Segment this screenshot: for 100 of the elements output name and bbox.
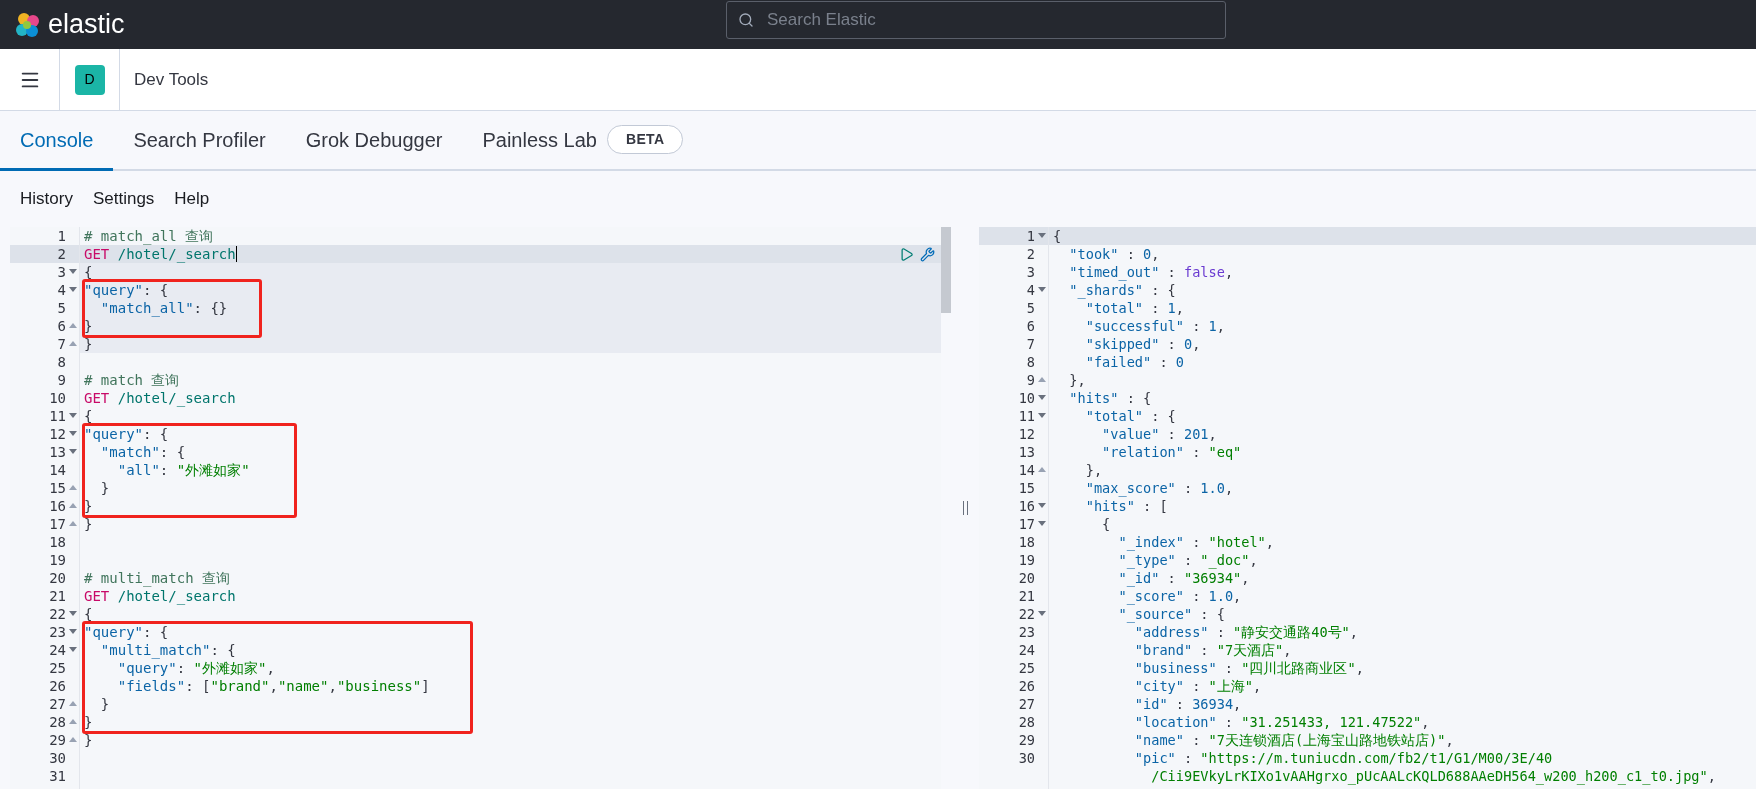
line-number: 29 (49, 730, 66, 750)
line-number: 15 (49, 478, 66, 498)
line-number: 22 (49, 604, 66, 624)
line-number: 4 (57, 280, 66, 300)
menu-link[interactable]: Help (174, 186, 210, 212)
line-number: 13 (49, 442, 66, 462)
line-number: 9 (1026, 370, 1035, 390)
code-line: } (84, 496, 93, 516)
line-number: 25 (1018, 658, 1035, 678)
line-number: 24 (49, 640, 66, 660)
code-line: "_index" : "hotel", (1117, 532, 1274, 553)
line-number: 10 (49, 388, 66, 408)
code-line: "address" : "静安交通路40号", (1133, 623, 1358, 642)
code-line: GET /hotel/_search (84, 245, 236, 265)
code-line: "_type" : "_doc", (1117, 551, 1258, 571)
line-number: 16 (1018, 496, 1035, 516)
code-line: "name" : "7天连锁酒店(上海宝山路地铁站店)", (1133, 730, 1454, 750)
code-line: "query": "外滩如家", (116, 659, 275, 678)
code-line: "query": { (84, 280, 169, 300)
code-line: { (1053, 227, 1062, 246)
line-number: 7 (57, 334, 66, 354)
line-number: 1 (1026, 227, 1035, 246)
code-line: } (99, 478, 110, 498)
code-line: GET /hotel/_search (84, 388, 236, 409)
code-line: { (84, 604, 93, 624)
code-line: "relation" : "eq" (1101, 442, 1242, 462)
code-line: "query": { (84, 622, 169, 642)
line-number: 4 (1026, 280, 1035, 300)
line-number: 10 (1018, 388, 1035, 408)
line-number: 8 (1026, 352, 1035, 372)
code-line: # match_all 查询 (84, 227, 214, 247)
code-line: } (84, 730, 93, 750)
line-number: 6 (57, 316, 66, 336)
code-line: "hits" : { (1068, 388, 1152, 408)
logo-text: elastic (48, 11, 125, 38)
code-line: { (1101, 514, 1111, 534)
line-number: 2 (57, 244, 66, 264)
code-line: "match_all": {} (99, 298, 228, 319)
line-number: 26 (49, 676, 66, 696)
line-number: 21 (49, 586, 66, 606)
code-line: }, (1084, 460, 1103, 480)
line-number: 18 (1018, 532, 1035, 552)
code-line: } (84, 334, 93, 354)
line-number: 7 (1026, 334, 1035, 354)
line-number: 21 (1018, 586, 1035, 606)
code-line: "_source" : { (1117, 605, 1225, 625)
code-line: "location" : "31.251433, 121.47522", (1133, 712, 1430, 732)
space-avatar[interactable]: D (74, 64, 105, 95)
line-number: 5 (57, 298, 66, 318)
code-line: "total" : 1, (1084, 299, 1184, 318)
line-number: 5 (1026, 298, 1035, 318)
line-number: 19 (1018, 550, 1035, 570)
line-number: 25 (49, 658, 66, 678)
code-line: "timed_out" : false, (1068, 262, 1234, 283)
code-line: "failed" : 0 (1084, 352, 1184, 372)
code-line: { (84, 262, 93, 282)
menu-link[interactable]: Settings (92, 186, 155, 212)
beta-badge: BETA (606, 125, 684, 154)
code-line: "_score" : 1.0, (1117, 587, 1242, 607)
line-number: 17 (1018, 514, 1035, 534)
line-number: 19 (49, 550, 66, 570)
line-number: 29 (1018, 730, 1035, 750)
menu-link[interactable]: History (20, 186, 73, 212)
code-line: "all": "外滩如家" (116, 460, 250, 480)
search-field[interactable]: Search Elastic (726, 1, 1226, 39)
code-line: "took" : 0, (1068, 244, 1160, 264)
line-number: 12 (49, 424, 66, 444)
code-line: "id" : 36934, (1133, 694, 1242, 714)
page-title: Dev Tools (134, 68, 209, 91)
code-line: "city" : "上海", (1133, 676, 1262, 696)
line-number: 17 (49, 514, 66, 534)
code-line: } (99, 694, 110, 714)
code-line: } (84, 316, 93, 336)
line-number: 26 (1018, 676, 1035, 696)
line-number: 30 (49, 748, 66, 768)
line-number: 28 (49, 712, 66, 732)
code-line: "skipped" : 0, (1084, 334, 1201, 354)
line-number: 23 (49, 622, 66, 642)
code-line: "_shards" : { (1068, 281, 1176, 301)
line-number: 3 (57, 262, 66, 282)
line-number: 14 (1018, 460, 1035, 480)
code-line: # multi_match 查询 (84, 568, 230, 589)
tab[interactable]: Search Profiler (113, 111, 286, 171)
code-line: "max_score" : 1.0, (1084, 478, 1234, 499)
line-number: 2 (1026, 244, 1035, 264)
line-number: 24 (1018, 640, 1035, 660)
line-number: 14 (49, 460, 66, 480)
line-number: 16 (49, 496, 66, 516)
code-line: "query": { (84, 424, 169, 444)
tab[interactable]: Grok Debugger (285, 111, 463, 171)
code-line: "successful" : 1, (1084, 316, 1225, 336)
line-number: 23 (1018, 622, 1035, 642)
tab[interactable]: Painless Lab BETA (462, 111, 704, 171)
code-line: } (84, 712, 93, 732)
line-number: 20 (1018, 568, 1035, 588)
code-line: "business" : "四川北路商业区", (1133, 658, 1364, 678)
code-line: "multi_match": { (99, 640, 236, 661)
line-number: 30 (1018, 748, 1035, 768)
line-number: 20 (49, 568, 66, 588)
code-line: "total" : { (1084, 406, 1176, 426)
